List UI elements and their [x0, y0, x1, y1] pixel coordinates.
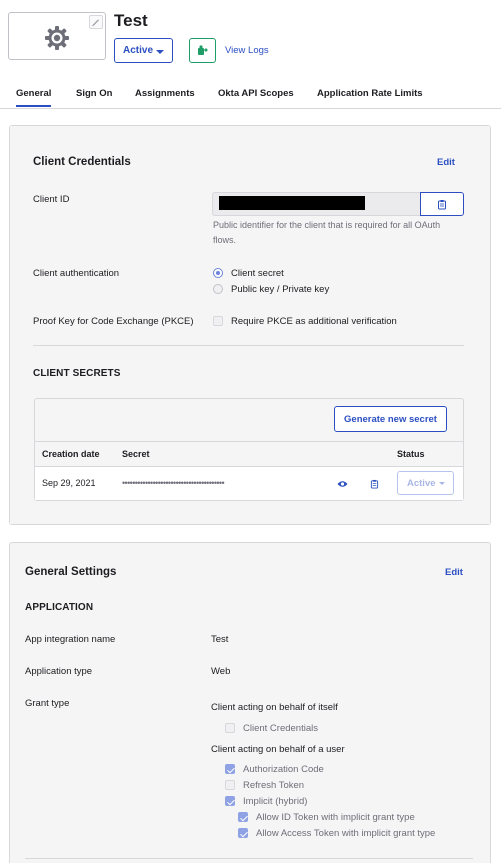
- column-header-secret: Secret: [122, 449, 150, 459]
- pkce-checkbox-label: Require PKCE as additional verification: [231, 316, 397, 327]
- client-id-value-redacted: [219, 196, 365, 210]
- grant-client-credentials-label: Client Credentials: [243, 723, 318, 734]
- chevron-down-icon: [156, 50, 164, 54]
- client-id-help-text: Public identifier for the client that is…: [213, 220, 441, 245]
- copy-icon: [438, 199, 446, 209]
- application-section-title: APPLICATION: [25, 602, 94, 613]
- tab-assignments[interactable]: Assignments: [135, 88, 195, 99]
- allow-id-token-label: Allow ID Token with implicit grant type: [256, 812, 415, 823]
- divider: [25, 858, 473, 859]
- secret-status-dropdown[interactable]: Active: [397, 471, 454, 495]
- push-icon: [198, 45, 208, 55]
- view-logs-link[interactable]: View Logs: [225, 45, 269, 56]
- allow-access-token-label: Allow Access Token with implicit grant t…: [256, 828, 436, 839]
- tab-bar: General Sign On Assignments Okta API Sco…: [0, 86, 501, 109]
- pencil-icon: [92, 19, 99, 27]
- grant-group-user-label: Client acting on behalf of a user: [211, 744, 345, 755]
- radio-public-private-key[interactable]: [213, 284, 223, 294]
- grant-client-credentials-checkbox[interactable]: [225, 723, 235, 733]
- allow-id-token-checkbox[interactable]: [238, 812, 248, 822]
- general-settings-edit-link[interactable]: Edit: [445, 567, 463, 578]
- copy-secret-button[interactable]: [367, 477, 381, 491]
- tab-general[interactable]: General: [16, 88, 52, 107]
- secret-value-masked: ••••••••••••••••••••••••••••••••••••••••: [122, 478, 225, 488]
- app-type-value: Web: [211, 666, 231, 677]
- secret-status-label: Active: [407, 477, 436, 489]
- grant-type-label: Grant type: [25, 698, 70, 709]
- client-auth-label: Client authentication: [33, 268, 120, 279]
- grant-refresh-token-checkbox[interactable]: [225, 780, 235, 790]
- radio-client-secret[interactable]: [213, 268, 223, 278]
- grant-implicit-checkbox[interactable]: [225, 796, 235, 806]
- client-credentials-edit-link[interactable]: Edit: [437, 157, 455, 168]
- secret-creation-date: Sep 29, 2021: [42, 478, 96, 488]
- tab-sign-on[interactable]: Sign On: [76, 88, 112, 99]
- grant-refresh-token-label: Refresh Token: [243, 780, 305, 791]
- app-logo: [8, 12, 106, 60]
- column-header-creation-date: Creation date: [42, 449, 100, 459]
- divider: [33, 345, 464, 346]
- push-groups-button[interactable]: [189, 38, 216, 63]
- status-dropdown[interactable]: Active: [114, 38, 173, 63]
- grant-implicit-label: Implicit (hybrid): [243, 796, 308, 807]
- radio-public-private-key-label: Public key / Private key: [231, 284, 330, 295]
- tab-okta-api-scopes[interactable]: Okta API Scopes: [218, 88, 294, 99]
- client-credentials-title: Client Credentials: [33, 156, 131, 168]
- allow-access-token-checkbox[interactable]: [238, 828, 248, 838]
- column-header-status: Status: [397, 449, 425, 459]
- edit-logo-button[interactable]: [89, 15, 103, 29]
- app-type-label: Application type: [25, 666, 93, 677]
- eye-icon: [337, 481, 347, 487]
- chevron-down-icon: [439, 482, 445, 485]
- radio-client-secret-label: Client secret: [231, 268, 284, 279]
- copy-icon: [370, 479, 378, 489]
- gear-icon: [45, 26, 69, 50]
- general-settings-title: General Settings: [25, 566, 117, 578]
- app-name-value: Test: [211, 634, 229, 645]
- grant-group-self-label: Client acting on behalf of itself: [211, 702, 338, 713]
- client-id-label: Client ID: [33, 194, 70, 205]
- grant-authorization-code-checkbox[interactable]: [225, 764, 235, 774]
- status-dropdown-label: Active: [123, 45, 154, 56]
- grant-authorization-code-label: Authorization Code: [243, 764, 324, 775]
- generate-new-secret-button[interactable]: Generate new secret: [334, 406, 447, 432]
- pkce-label: Proof Key for Code Exchange (PKCE): [33, 316, 194, 327]
- app-title: Test: [114, 11, 148, 30]
- pkce-checkbox[interactable]: [213, 316, 223, 326]
- app-name-label: App integration name: [25, 634, 116, 645]
- copy-client-id-button[interactable]: [420, 192, 464, 216]
- show-secret-button[interactable]: [335, 477, 349, 491]
- client-secrets-title: CLIENT SECRETS: [33, 368, 121, 379]
- tab-application-rate-limits[interactable]: Application Rate Limits: [317, 88, 423, 99]
